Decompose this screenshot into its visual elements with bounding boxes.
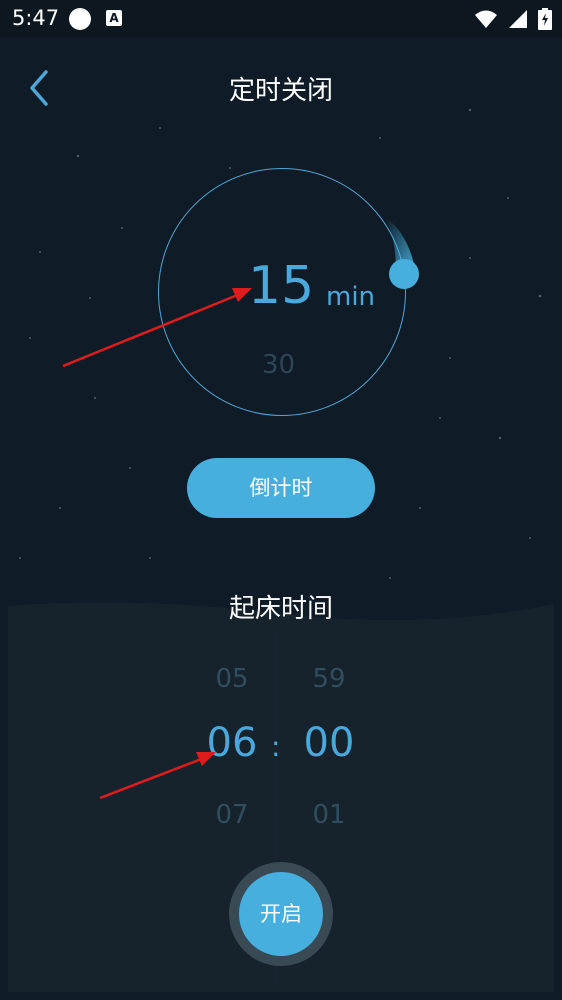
hour-selected[interactable]: 06: [187, 720, 277, 766]
battery-icon: [538, 8, 552, 30]
time-separator: :: [271, 730, 281, 763]
notification-dot-icon: [69, 8, 91, 30]
app-notification-icon: A: [106, 10, 122, 26]
timer-unit: min: [326, 282, 376, 312]
wifi-icon: [475, 10, 497, 28]
hour-next[interactable]: 07: [187, 800, 277, 830]
timer-value: 15: [248, 256, 315, 316]
hour-prev[interactable]: 05: [187, 664, 277, 694]
wake-time-title: 起床时间: [228, 594, 333, 624]
minute-prev[interactable]: 59: [284, 664, 374, 694]
timer-next-value: 30: [262, 350, 296, 380]
countdown-button[interactable]: 倒计时: [187, 458, 375, 518]
minute-selected[interactable]: 00: [284, 720, 374, 766]
status-time: 5:47: [12, 6, 60, 30]
status-bar: 5:47 A: [0, 0, 562, 38]
minute-next[interactable]: 01: [284, 800, 374, 830]
signal-icon: [509, 10, 527, 28]
start-button[interactable]: 开启: [239, 872, 323, 956]
dial-knob-icon[interactable]: [376, 212, 426, 296]
page-title: 定时关闭: [228, 76, 333, 106]
status-icons: [474, 8, 552, 30]
